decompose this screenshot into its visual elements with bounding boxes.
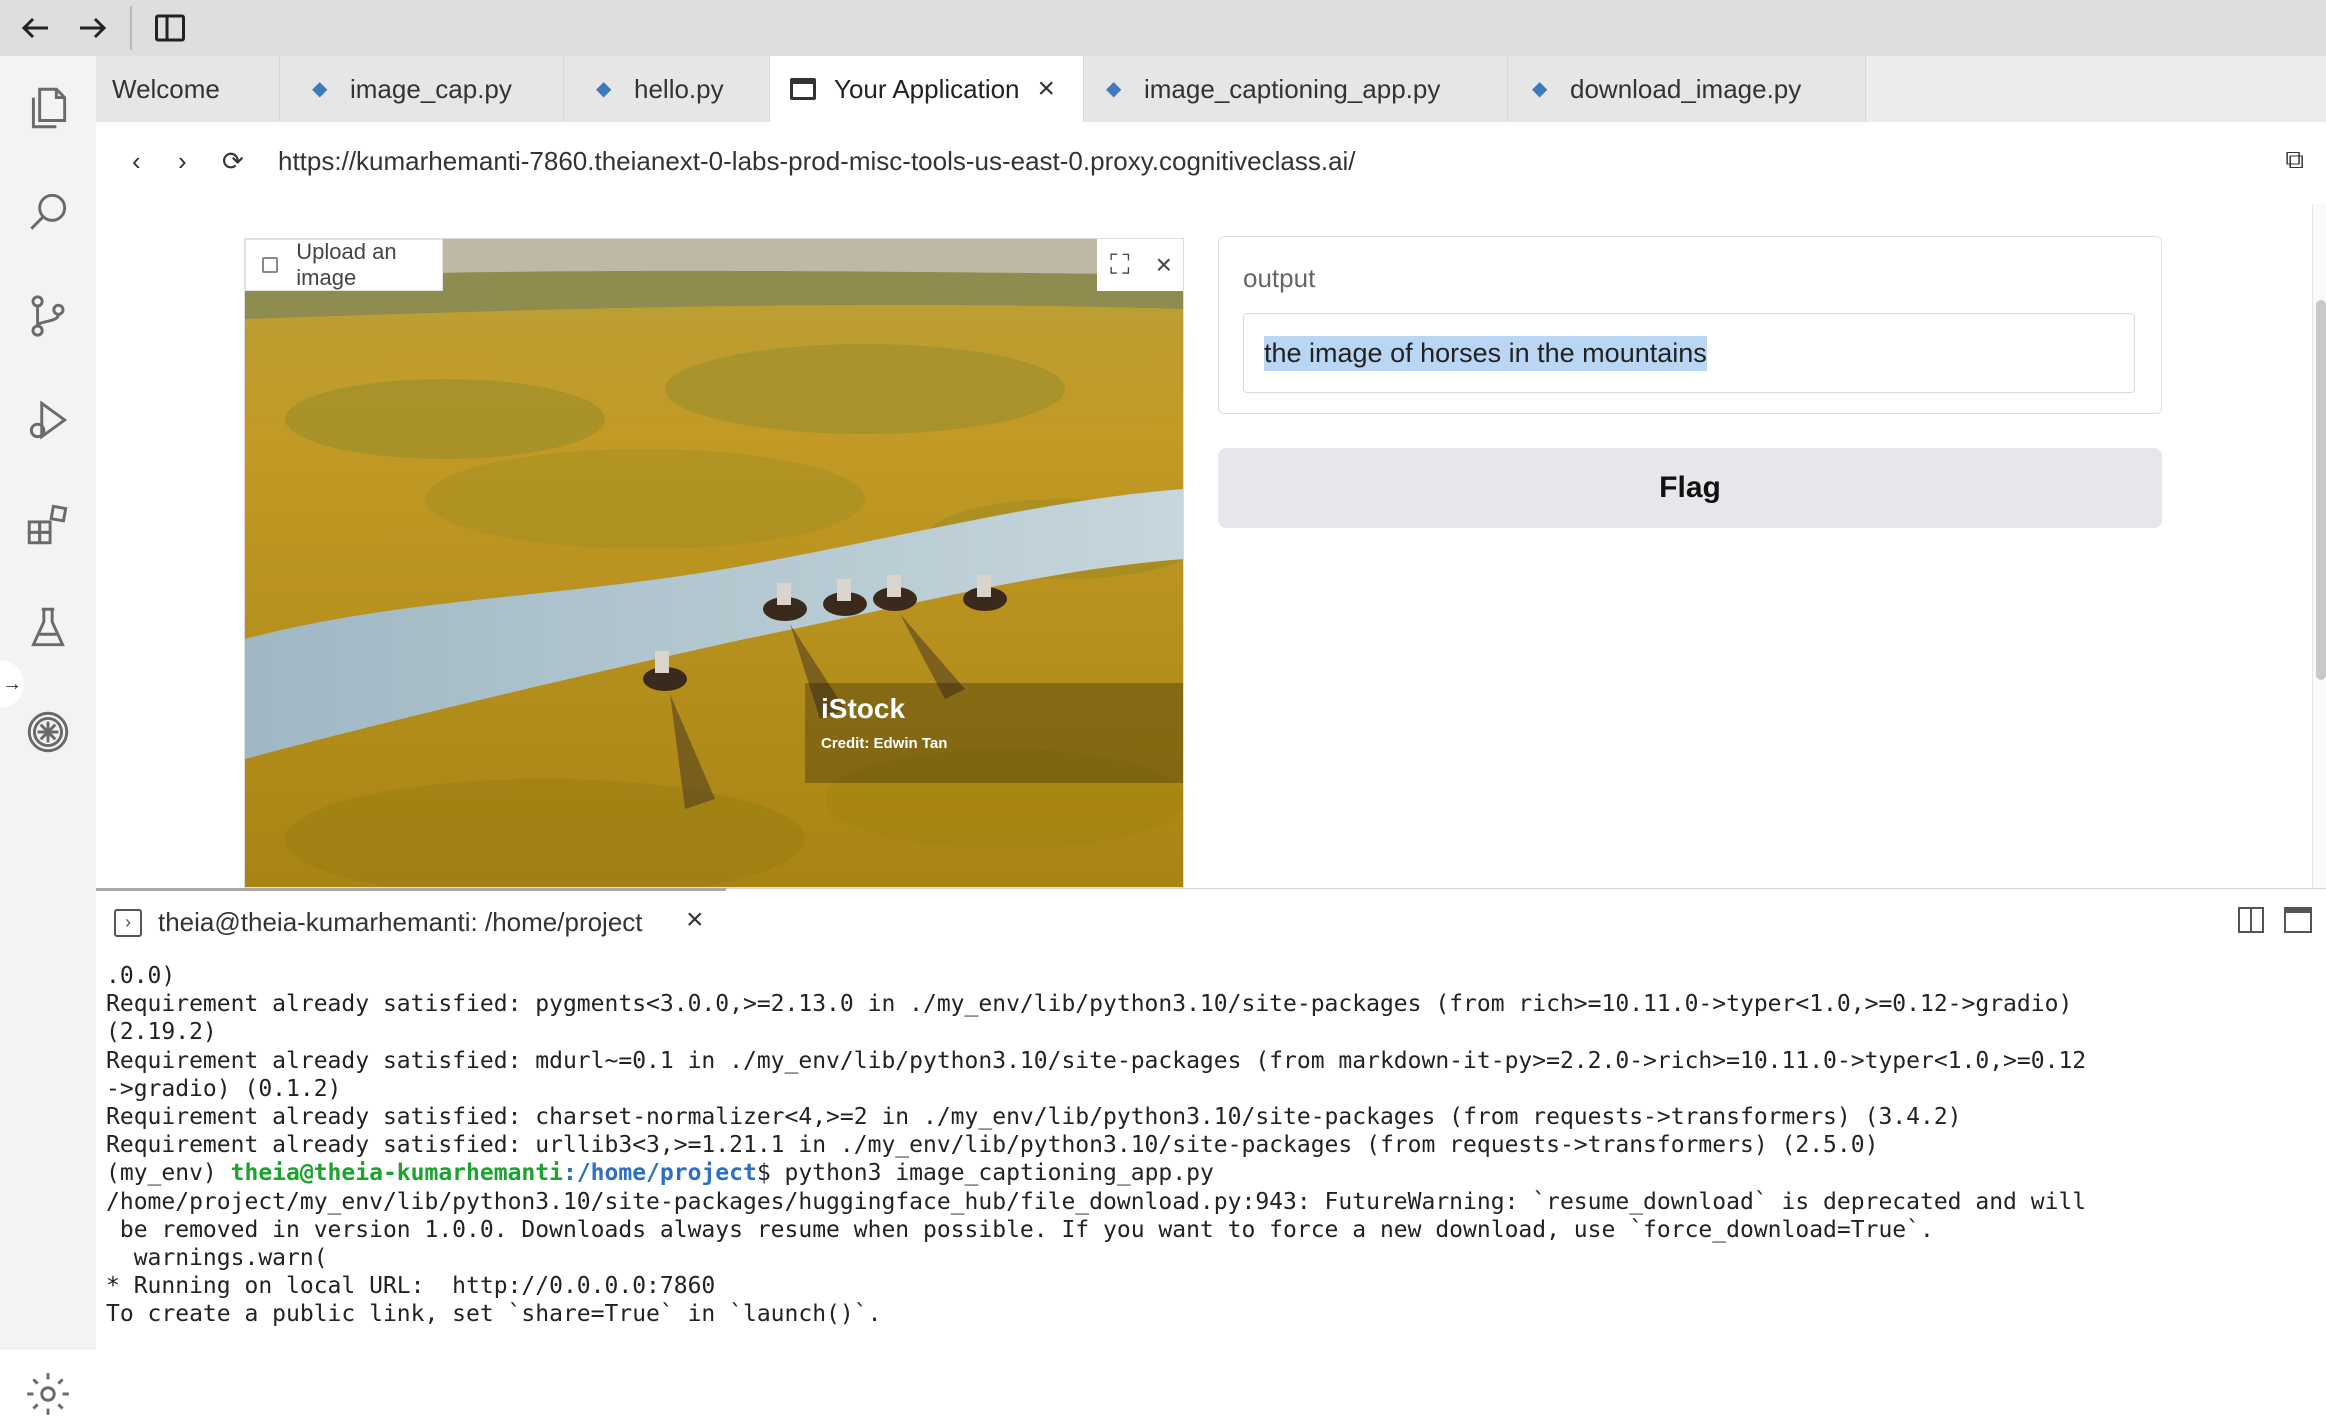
tab-label: Your Application bbox=[834, 73, 1020, 104]
upload-image-label: Upload an image bbox=[245, 239, 443, 291]
output-textbox[interactable]: the image of horses in the mountains bbox=[1243, 313, 2135, 393]
python-file-icon: ◆ bbox=[1532, 78, 1548, 100]
tab-welcome[interactable]: Welcome bbox=[96, 56, 280, 122]
terminal-line: ->gradio) (0.1.2) bbox=[106, 1075, 342, 1102]
chevron-right-icon[interactable]: › bbox=[178, 146, 187, 177]
settings-gear-icon[interactable] bbox=[20, 1366, 76, 1422]
back-arrow-icon[interactable] bbox=[16, 8, 56, 48]
tab-label: hello.py bbox=[634, 73, 724, 104]
ai-assistant-icon[interactable] bbox=[20, 704, 76, 760]
terminal-line: be removed in version 1.0.0. Downloads a… bbox=[106, 1216, 1934, 1243]
reload-icon[interactable]: ⟳ bbox=[222, 146, 244, 177]
close-icon[interactable]: × bbox=[1038, 72, 1056, 106]
prompt-env: (my_env) bbox=[106, 1160, 231, 1187]
terminal-prompt-line: (my_env) theia@theia-kumarhemanti:/home/… bbox=[106, 1159, 2326, 1187]
url-input[interactable]: https://kumarhemanti-7860.theianext-0-la… bbox=[278, 146, 1356, 177]
terminal-tab-indicator bbox=[96, 888, 726, 891]
tab-your-application[interactable]: Your Application × bbox=[770, 56, 1084, 122]
terminal-icon: › bbox=[114, 909, 142, 937]
explorer-icon[interactable] bbox=[20, 80, 76, 136]
prompt-command: $ python3 image_captioning_app.py bbox=[756, 1160, 1214, 1187]
watermark-credit: Credit: Edwin Tan bbox=[821, 735, 948, 752]
toolbar-divider bbox=[130, 6, 132, 50]
output-panel: output the image of horses in the mounta… bbox=[1218, 236, 2162, 414]
testing-flask-icon[interactable] bbox=[20, 600, 76, 656]
terminal-line: * Running on local URL: http://0.0.0.0:7… bbox=[106, 1273, 716, 1300]
browser-url-bar: ‹ › ⟳ https://kumarhemanti-7860.theianex… bbox=[96, 122, 2326, 204]
run-debug-icon[interactable] bbox=[20, 392, 76, 448]
terminal-output[interactable]: .0.0) Requirement already satisfied: pyg… bbox=[96, 956, 2326, 1350]
terminal-line: (2.19.2) bbox=[106, 1019, 217, 1046]
terminal-header: › theia@theia-kumarhemanti: /home/projec… bbox=[96, 888, 2326, 956]
terminal-line: To create a public link, set `share=True… bbox=[106, 1301, 882, 1328]
istock-watermark: iStock Credit: Edwin Tan bbox=[805, 683, 1183, 783]
tab-hello[interactable]: ◆ hello.py bbox=[564, 56, 770, 122]
tab-label: download_image.py bbox=[1570, 73, 1802, 104]
terminal-tab-title[interactable]: theia@theia-kumarhemanti: /home/project bbox=[158, 907, 643, 938]
tab-label: image_cap.py bbox=[350, 73, 512, 104]
uploaded-photo bbox=[245, 239, 1183, 887]
editor-tab-bar: Welcome ◆ image_cap.py ◆ hello.py Your A… bbox=[96, 56, 2326, 122]
output-value: the image of horses in the mountains bbox=[1264, 335, 1707, 371]
top-toolbar bbox=[0, 0, 2326, 56]
python-file-icon: ◆ bbox=[596, 78, 612, 100]
application-view: Upload an image ⛶ × iStock Credit: Edwin… bbox=[96, 204, 2312, 888]
flag-button[interactable]: Flag bbox=[1218, 448, 2162, 528]
tab-label: image_captioning_app.py bbox=[1144, 73, 1441, 104]
maximize-panel-icon[interactable] bbox=[2284, 907, 2312, 933]
browser-window-icon bbox=[790, 78, 816, 100]
split-terminal-icon[interactable] bbox=[2238, 907, 2264, 933]
source-control-icon[interactable] bbox=[20, 288, 76, 344]
prompt-path: :/home/project bbox=[562, 1160, 757, 1187]
close-icon[interactable]: × bbox=[1156, 249, 1172, 281]
python-file-icon: ◆ bbox=[1106, 78, 1122, 100]
image-icon bbox=[262, 257, 279, 273]
output-label: output bbox=[1243, 263, 1316, 293]
extensions-icon[interactable] bbox=[20, 496, 76, 552]
prompt-user: theia@theia-kumarhemanti bbox=[230, 1160, 563, 1187]
terminal-line: Requirement already satisfied: pygments<… bbox=[106, 991, 2073, 1018]
watermark-brand: iStock bbox=[821, 693, 906, 724]
tab-image-cap[interactable]: ◆ image_cap.py bbox=[280, 56, 564, 122]
terminal-line: Requirement already satisfied: urllib3<3… bbox=[106, 1132, 1879, 1159]
terminal-line: Requirement already satisfied: mdurl~=0.… bbox=[106, 1047, 2087, 1074]
forward-arrow-icon[interactable] bbox=[72, 8, 112, 48]
terminal-line: /home/project/my_env/lib/python3.10/site… bbox=[106, 1188, 2087, 1215]
image-input-panel[interactable]: Upload an image ⛶ × iStock Credit: Edwin… bbox=[244, 238, 1184, 888]
terminal-line: Requirement already satisfied: charset-n… bbox=[106, 1104, 1962, 1131]
terminal-line: warnings.warn( bbox=[106, 1245, 328, 1272]
image-toolbar: ⛶ × bbox=[1097, 239, 1183, 291]
close-icon[interactable]: × bbox=[686, 903, 704, 937]
search-icon[interactable] bbox=[20, 184, 76, 240]
toggle-sidebar-icon[interactable] bbox=[150, 8, 190, 48]
tab-label: Welcome bbox=[112, 73, 220, 104]
upload-label-text: Upload an image bbox=[296, 239, 397, 290]
open-external-icon[interactable]: ⧉ bbox=[2285, 144, 2304, 176]
tab-image-captioning-app[interactable]: ◆ image_captioning_app.py bbox=[1084, 56, 1508, 122]
chevron-left-icon[interactable]: ‹ bbox=[132, 146, 141, 177]
python-file-icon: ◆ bbox=[312, 78, 328, 100]
terminal-line: .0.0) bbox=[106, 963, 176, 989]
tab-download-image[interactable]: ◆ download_image.py bbox=[1508, 56, 1866, 122]
fullscreen-icon[interactable]: ⛶ bbox=[1110, 249, 1130, 282]
app-scrollbar-thumb[interactable] bbox=[2316, 300, 2326, 680]
